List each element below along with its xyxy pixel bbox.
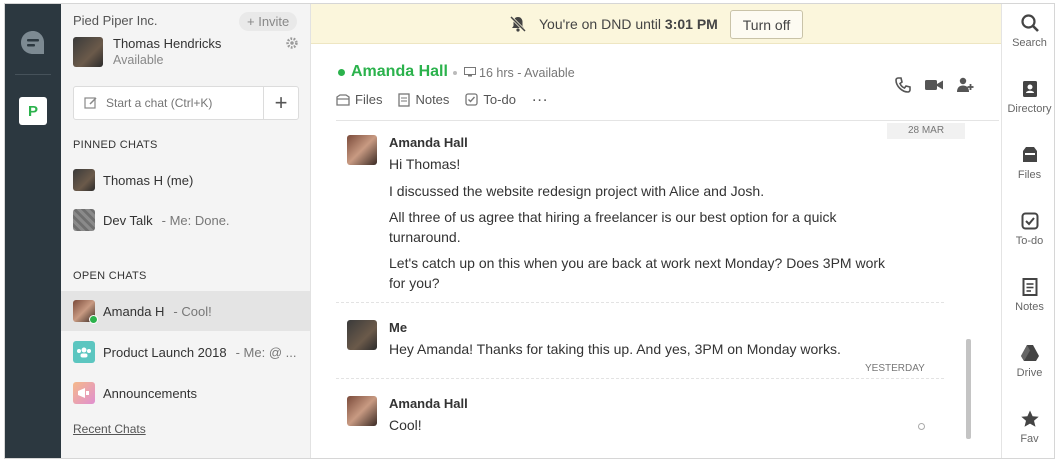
notes-icon [1022, 278, 1037, 296]
chat-item-amanda[interactable]: Amanda H - Cool! [61, 291, 310, 331]
message-sender: Amanda Hall [389, 396, 468, 411]
avatar[interactable] [347, 320, 377, 350]
new-chat-button[interactable]: + [263, 87, 298, 119]
notes-icon [398, 92, 411, 107]
more-options-button[interactable]: ... [532, 88, 548, 106]
avatar[interactable] [73, 37, 103, 67]
message-divider [336, 302, 944, 303]
start-chat-input[interactable] [106, 96, 256, 110]
rail-divider [15, 74, 51, 75]
app-rail: P [5, 4, 61, 458]
group-avatar [73, 209, 95, 231]
star-icon [1020, 410, 1039, 427]
message-text: Let's catch up on this when you are back… [389, 255, 886, 291]
right-nav: Search Directory Files To-do Notes Drive… [1001, 4, 1054, 458]
presence-dot [338, 69, 345, 76]
message-divider [336, 378, 944, 379]
chat-item-preview: - Cool! [173, 303, 212, 319]
header-divider [336, 120, 999, 121]
sidebar: Pied Piper Inc. + Invite Thomas Hendrick… [61, 4, 311, 458]
start-chat-box[interactable]: + [73, 86, 299, 120]
tab-files[interactable]: Files [336, 92, 382, 107]
directory-icon [1022, 81, 1037, 97]
search-icon [1020, 14, 1039, 32]
org-switcher[interactable]: P [19, 97, 47, 125]
right-nav-files[interactable]: Files [1002, 145, 1054, 181]
chat-actions [893, 75, 986, 95]
app-logo-icon[interactable] [18, 28, 48, 58]
recent-chats-link[interactable]: Recent Chats [73, 422, 146, 436]
chat-tabs: Files Notes To-do ... [336, 88, 548, 107]
read-status-icon [918, 423, 925, 430]
right-nav-directory[interactable]: Directory [1002, 79, 1054, 115]
chat-item-announcements[interactable]: Announcements [61, 373, 310, 413]
chat-item-thomas[interactable]: Thomas H (me) [61, 160, 310, 200]
message-text: I discussed the website redesign project… [389, 183, 765, 199]
right-nav-notes[interactable]: Notes [1002, 277, 1054, 313]
right-nav-todo[interactable]: To-do [1002, 211, 1054, 247]
right-nav-drive[interactable]: Drive [1002, 343, 1054, 379]
chat-item-label: Announcements [103, 385, 197, 401]
date-divider: YESTERDAY [865, 363, 925, 374]
avatar [73, 300, 98, 324]
scrollbar[interactable] [966, 339, 971, 439]
user-status[interactable]: Available [113, 53, 164, 67]
avatar[interactable] [347, 396, 377, 426]
dnd-banner: You're on DND until 3:01 PM Turn off [311, 4, 1001, 44]
chat-item-preview: - Me: @ ... [235, 344, 297, 360]
app-window: P Pied Piper Inc. + Invite Thomas Hendri… [4, 3, 1055, 459]
right-nav-fav[interactable]: Fav [1002, 409, 1054, 445]
tab-todo[interactable]: To-do [465, 92, 516, 107]
chat-item-label: Thomas H (me) [103, 172, 194, 188]
message-sender: Me [389, 320, 408, 335]
video-call-icon[interactable] [924, 75, 944, 95]
files-icon [336, 93, 350, 106]
date-divider: 28 MAR [887, 123, 965, 139]
separator-dot [453, 71, 457, 75]
org-name: Pied Piper Inc. [73, 13, 158, 28]
gear-icon[interactable] [285, 36, 299, 50]
tab-notes[interactable]: Notes [398, 92, 449, 107]
compose-icon [84, 97, 97, 109]
chat-item-label: Dev Talk [103, 212, 153, 228]
message-text: All three of us agree that hiring a free… [389, 209, 837, 245]
avatar [73, 169, 95, 191]
drive-icon [1020, 345, 1039, 361]
right-nav-search[interactable]: Search [1002, 13, 1054, 49]
message-sender: Amanda Hall [389, 135, 468, 150]
turn-off-dnd-button[interactable]: Turn off [730, 10, 803, 39]
message-text: Cool! [389, 417, 422, 433]
audio-call-icon[interactable] [893, 75, 913, 95]
message-text: Hey Amanda! Thanks for taking this up. A… [389, 341, 841, 357]
open-chats-title: OPEN CHATS [73, 270, 147, 282]
chat-title[interactable]: Amanda Hall [351, 63, 448, 81]
chat-item-preview: - Me: Done. [161, 212, 230, 228]
checkbox-icon [1021, 212, 1038, 230]
avatar[interactable] [347, 135, 377, 165]
chat-item-label: Product Launch 2018 [103, 344, 227, 360]
files-icon [1022, 147, 1037, 162]
chat-main: You're on DND until 3:01 PM Turn off Ama… [311, 4, 1001, 458]
chat-status: 16 hrs - Available [479, 66, 575, 80]
bell-off-icon [509, 15, 527, 33]
group-icon [73, 341, 95, 363]
invite-button[interactable]: + Invite [239, 12, 298, 31]
pinned-chats-title: PINNED CHATS [73, 139, 158, 151]
add-member-icon[interactable] [955, 75, 975, 95]
online-status-dot [89, 315, 98, 324]
message-text: Hi Thomas! [389, 156, 461, 172]
monitor-icon [464, 67, 476, 77]
dnd-message: You're on DND until 3:01 PM [539, 16, 718, 32]
chat-item-label: Amanda H [103, 303, 165, 319]
checkbox-icon [465, 93, 479, 106]
user-name: Thomas Hendricks [113, 36, 222, 51]
chat-item-product-launch[interactable]: Product Launch 2018 - Me: @ ... [61, 332, 310, 372]
megaphone-icon [73, 382, 95, 404]
chat-item-dev-talk[interactable]: Dev Talk - Me: Done. [61, 200, 310, 240]
